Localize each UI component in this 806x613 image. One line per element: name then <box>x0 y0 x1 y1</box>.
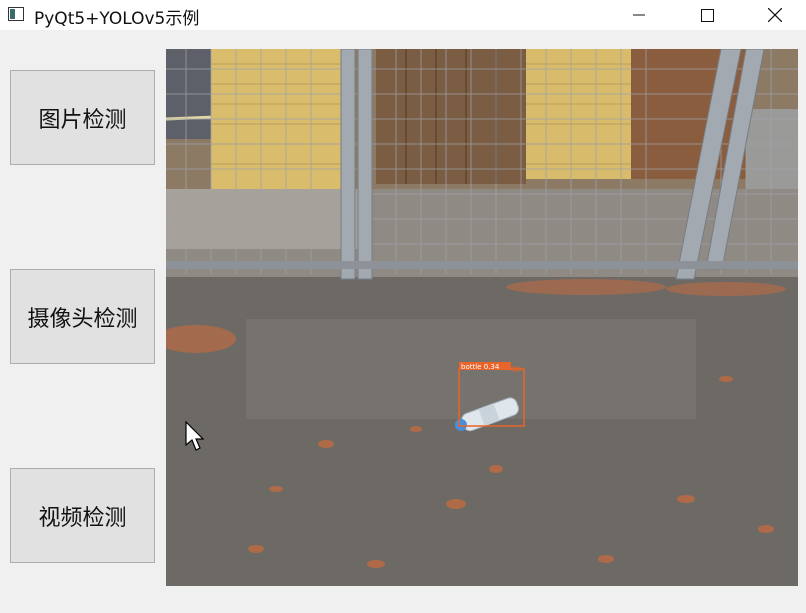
mouse-cursor-icon <box>185 421 205 451</box>
app-icon <box>8 6 24 22</box>
close-icon <box>768 8 782 22</box>
minimize-icon <box>633 14 645 16</box>
video-detect-button[interactable]: 视频检测 <box>10 468 155 563</box>
detection-label: bottle 0.34 <box>461 363 500 371</box>
close-button[interactable] <box>752 0 798 30</box>
detection-image-view: bottle 0.34 <box>166 49 798 586</box>
maximize-button[interactable] <box>684 0 730 30</box>
title-bar: PyQt5+YOLOv5示例 <box>0 0 806 30</box>
maximize-icon <box>700 8 714 22</box>
scene-image: bottle 0.34 <box>166 49 798 586</box>
window-title: PyQt5+YOLOv5示例 <box>34 9 200 29</box>
image-detect-button[interactable]: 图片检测 <box>10 70 155 165</box>
minimize-button[interactable] <box>616 0 662 30</box>
main-panel: 图片检测 摄像头检测 视频检测 bottle 0.34 <box>0 36 806 613</box>
camera-detect-button[interactable]: 摄像头检测 <box>10 269 155 364</box>
